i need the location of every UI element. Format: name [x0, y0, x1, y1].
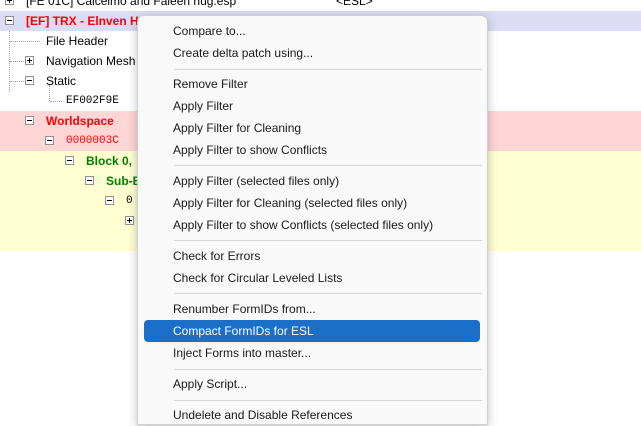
menu-item-check-errors[interactable]: Check for Errors [144, 245, 480, 267]
esl-flag: <ESL> [336, 0, 373, 8]
tree-connector [50, 101, 62, 102]
menu-item-apply-script[interactable]: Apply Script... [144, 373, 480, 395]
menu-separator [174, 293, 482, 294]
menu-item-compact-formids-esl[interactable]: Compact FormIDs for ESL [144, 320, 480, 342]
collapse-icon[interactable] [25, 76, 34, 85]
menu-separator [174, 369, 482, 370]
menu-item-compare-to[interactable]: Compare to... [144, 20, 480, 42]
menu-item-remove-filter[interactable]: Remove Filter [144, 73, 480, 95]
tree-row-label: 0000003C [66, 135, 119, 147]
collapse-icon[interactable] [5, 16, 14, 25]
tree-row-label: Static [46, 74, 77, 88]
menu-item-check-circular-lists[interactable]: Check for Circular Leveled Lists [144, 267, 480, 289]
menu-separator [174, 240, 482, 241]
collapse-icon[interactable] [105, 196, 114, 205]
tree-row-label: EF002F9E [66, 95, 119, 107]
context-menu: Compare to... Create delta patch using..… [137, 15, 488, 425]
expand-icon[interactable] [25, 56, 34, 65]
menu-separator [174, 69, 482, 70]
tree-row-label: Worldspace [46, 114, 114, 128]
tree-row-label: Block 0, [86, 154, 133, 168]
collapse-icon[interactable] [65, 156, 74, 165]
collapse-icon[interactable] [25, 116, 34, 125]
tree-row-label: Navigation Mesh [46, 54, 136, 68]
menu-item-create-delta-patch[interactable]: Create delta patch using... [144, 42, 480, 64]
menu-item-apply-filter-conflicts-selected[interactable]: Apply Filter to show Conflicts (selected… [144, 214, 480, 236]
tree-row-plugin-calcelmo[interactable]: [FE 01C] Calcelmo and Faleen hug.esp <ES… [0, 0, 641, 11]
tree-connector [10, 41, 40, 42]
menu-separator [174, 165, 482, 166]
expand-icon[interactable] [125, 216, 134, 225]
menu-item-apply-filter-selected[interactable]: Apply Filter (selected files only) [144, 170, 480, 192]
menu-item-apply-filter[interactable]: Apply Filter [144, 95, 480, 117]
tree-row-label: 0 [126, 195, 133, 207]
menu-item-inject-forms[interactable]: Inject Forms into master... [144, 342, 480, 364]
menu-separator [174, 400, 482, 401]
menu-item-apply-filter-cleaning-selected[interactable]: Apply Filter for Cleaning (selected file… [144, 192, 480, 214]
menu-item-renumber-formids[interactable]: Renumber FormIDs from... [144, 298, 480, 320]
menu-item-apply-filter-conflicts[interactable]: Apply Filter to show Conflicts [144, 139, 480, 161]
tree-row-label: File Header [46, 34, 109, 48]
collapse-icon[interactable] [45, 136, 54, 145]
collapse-icon[interactable] [85, 176, 94, 185]
menu-item-apply-filter-cleaning[interactable]: Apply Filter for Cleaning [144, 117, 480, 139]
tree-connector [49, 85, 50, 101]
tree-connector [10, 61, 24, 62]
tree-row-label: [FE 01C] Calcelmo and Faleen hug.esp [26, 0, 237, 8]
tree-row-label: [EF] TRX - Elnven Ho [26, 14, 146, 28]
tree-connector [10, 81, 24, 82]
expand-icon[interactable] [5, 0, 14, 5]
menu-item-undelete-disable-refs[interactable]: Undelete and Disable References [144, 404, 480, 426]
